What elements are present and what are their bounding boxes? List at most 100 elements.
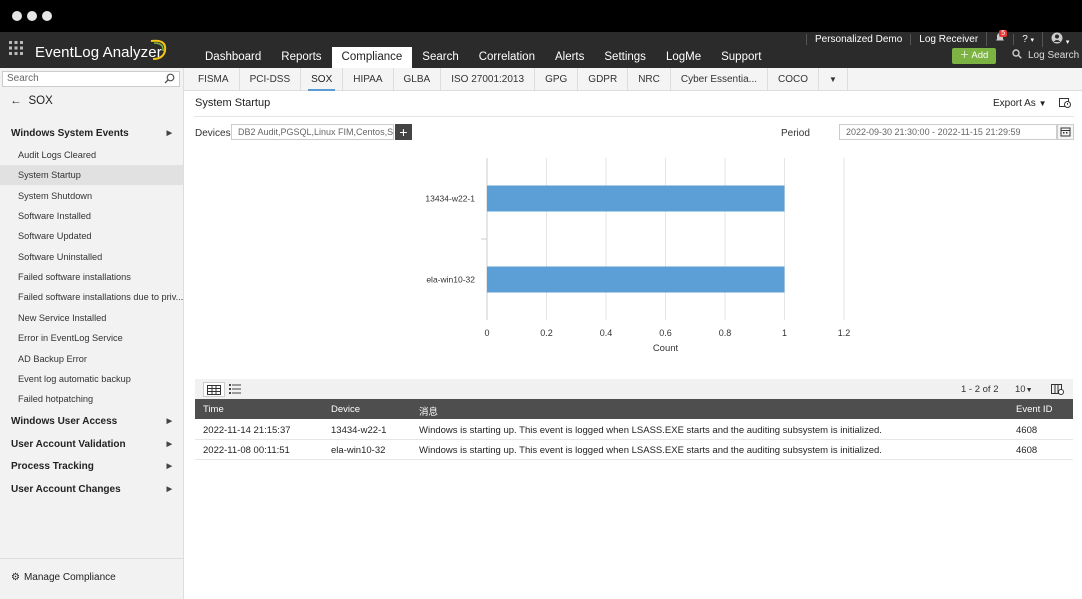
app-logo-text[interactable]: EventLog Analyzer (35, 44, 162, 61)
more-tabs-dropdown[interactable]: ▼ (819, 67, 848, 91)
calendar-icon[interactable] (1057, 124, 1074, 140)
page-size-select[interactable]: 10▼ (1015, 384, 1033, 395)
sidebar-item-event-log-automatic-backup[interactable]: Event log automatic backup (0, 369, 183, 389)
schedule-report-icon[interactable] (1059, 97, 1072, 108)
search-icon (1012, 49, 1022, 59)
column-header-message[interactable]: 消息 (419, 404, 438, 418)
subtab-pci-dss[interactable]: PCI-DSS (240, 67, 302, 91)
user-menu[interactable]: ▾ (1042, 31, 1077, 47)
log-receiver-link[interactable]: Log Receiver (910, 33, 986, 45)
help-menu[interactable]: ? ▾ (1013, 33, 1042, 45)
sidebar-item-audit-logs-cleared[interactable]: Audit Logs Cleared (0, 145, 183, 165)
x-tick-label: 0.6 (659, 328, 672, 338)
category-label: 13434-w22-1 (425, 194, 475, 204)
main-nav: Dashboard Reports Compliance Search Correlat… (195, 47, 771, 68)
subtab-gpg[interactable]: GPG (535, 67, 579, 91)
nav-tab-compliance[interactable]: Compliance (331, 47, 413, 68)
column-header-event-id[interactable]: Event ID (1016, 404, 1052, 415)
add-button[interactable]: ＋ Add (952, 48, 996, 64)
personalized-demo-link[interactable]: Personalized Demo (806, 33, 910, 45)
user-avatar-icon (1051, 32, 1063, 43)
table-view-icon (207, 385, 221, 395)
caret-right-icon: ▶ (166, 463, 172, 471)
subtab-fisma[interactable]: FISMA (188, 67, 240, 91)
x-tick-label: 0.8 (719, 328, 732, 338)
caret-right-icon: ▶ (166, 486, 172, 494)
grid-view-button[interactable] (203, 382, 225, 397)
cell-message: Windows is starting up. This event is lo… (419, 445, 882, 456)
sidebar-item-ad-backup-error[interactable]: AD Backup Error (0, 349, 183, 369)
table-row[interactable]: 2022-11-14 21:15:37 13434-w22-1 Windows … (195, 420, 1073, 440)
app-grid-icon[interactable] (9, 41, 23, 55)
column-settings-icon[interactable] (1051, 384, 1064, 395)
window-maximize-dot[interactable] (42, 11, 52, 21)
caret-right-icon: ▶ (166, 440, 172, 448)
gear-icon: ⚙ (11, 572, 20, 583)
subtab-sox[interactable]: SOX (301, 67, 344, 91)
nav-tab-reports[interactable]: Reports (271, 47, 331, 68)
subtab-cyber-essentia[interactable]: Cyber Essentia... (671, 67, 769, 91)
subtab-hipaa[interactable]: HIPAA (343, 67, 394, 91)
sidebar-item-new-service-installed[interactable]: New Service Installed (0, 308, 183, 328)
window-titlebar (0, 0, 1082, 32)
sidebar-item-software-updated[interactable]: Software Updated (0, 226, 183, 246)
nav-tab-settings[interactable]: Settings (594, 47, 656, 68)
page-title: System Startup (195, 97, 271, 109)
sidebar-item-software-installed[interactable]: Software Installed (0, 206, 183, 226)
sidebar-item-failed-hotpatching[interactable]: Failed hotpatching (0, 389, 183, 409)
subtab-coco[interactable]: COCO (768, 67, 820, 91)
nav-tab-dashboard[interactable]: Dashboard (195, 47, 271, 68)
nav-tab-alerts[interactable]: Alerts (545, 47, 594, 68)
column-header-device[interactable]: Device (331, 404, 360, 415)
sidebar-item-failed-software-installations-due-to-priv[interactable]: Failed software installations due to pri… (0, 287, 183, 307)
back-arrow-icon: ← (10, 95, 22, 107)
sidebar-footer: ⚙ Manage Compliance (0, 558, 183, 599)
period-field[interactable]: 2022-09-30 21:30:00 - 2022-11-15 21:29:5… (839, 124, 1057, 140)
cell-event-id: 4608 (1016, 425, 1038, 436)
sidebar-item-system-startup[interactable]: System Startup (0, 165, 183, 186)
section-user-account-changes[interactable]: User Account Changes ▶ (11, 484, 172, 495)
section-windows-system-events[interactable]: Windows System Events ▶ (11, 128, 172, 139)
list-view-icon[interactable] (229, 384, 241, 394)
section-windows-user-access[interactable]: Windows User Access ▶ (11, 416, 172, 427)
pagination-info: 1 - 2 of 2 (961, 384, 999, 395)
window-minimize-dot[interactable] (27, 11, 37, 21)
search-icon[interactable] (164, 73, 175, 84)
divider (194, 116, 1074, 117)
table-row[interactable]: 2022-11-08 00:11:51 ela-win10-32 Windows… (195, 440, 1073, 460)
devices-field[interactable]: DB2 Audit,PGSQL,Linux FIM,Centos,S... (231, 124, 394, 140)
x-tick-label: 1.2 (838, 328, 851, 338)
top-links: Personalized Demo Log Receiver 5 ? ▾ ▾ (806, 30, 1077, 47)
manage-compliance-link[interactable]: ⚙ Manage Compliance (11, 572, 116, 583)
export-as-dropdown[interactable]: Export As ▼ (993, 97, 1072, 109)
table-header: Time Device 消息 Event ID (195, 399, 1073, 419)
subtab-iso-27001-2013[interactable]: ISO 27001:2013 (441, 67, 536, 91)
sidebar-item-software-uninstalled[interactable]: Software Uninstalled (0, 247, 183, 267)
category-label: ela-win10-32 (426, 275, 475, 285)
log-search-button[interactable]: Log Search (1004, 48, 1082, 64)
section-process-tracking[interactable]: Process Tracking ▶ (11, 461, 172, 472)
add-device-button[interactable]: + (395, 124, 412, 140)
notification-bell-icon[interactable]: 5 (986, 30, 1013, 46)
sidebar-item-failed-software-installations[interactable]: Failed software installations (0, 267, 183, 287)
window-close-dot[interactable] (12, 11, 22, 21)
back-to-sox[interactable]: ← SOX (10, 95, 53, 107)
section-user-account-validation[interactable]: User Account Validation ▶ (11, 439, 172, 450)
nav-tab-logme[interactable]: LogMe (656, 47, 711, 68)
sidebar-search-input[interactable]: Search (2, 71, 180, 87)
nav-tab-correlation[interactable]: Correlation (469, 47, 545, 68)
x-tick-label: 1 (782, 328, 787, 338)
subtab-glba[interactable]: GLBA (394, 67, 442, 91)
logo-swoosh-icon (150, 39, 167, 60)
cell-device: 13434-w22-1 (331, 425, 387, 436)
subtab-nrc[interactable]: NRC (628, 67, 671, 91)
subtab-gdpr[interactable]: GDPR (578, 67, 629, 91)
sidebar-item-error-in-eventlog-service[interactable]: Error in EventLog Service (0, 328, 183, 348)
nav-tab-search[interactable]: Search (412, 47, 468, 68)
app-header: EventLog Analyzer Dashboard Reports Compli… (0, 30, 1082, 68)
column-header-time[interactable]: Time (203, 404, 224, 415)
nav-tab-support[interactable]: Support (711, 47, 771, 68)
x-tick-label: 0 (484, 328, 489, 338)
bar-chart: 0 0.2 0.4 0.6 0.8 1 1.2 13434-w22-1 ela-win10-32… (425, 158, 851, 354)
sidebar-item-system-shutdown[interactable]: System Shutdown (0, 186, 183, 206)
